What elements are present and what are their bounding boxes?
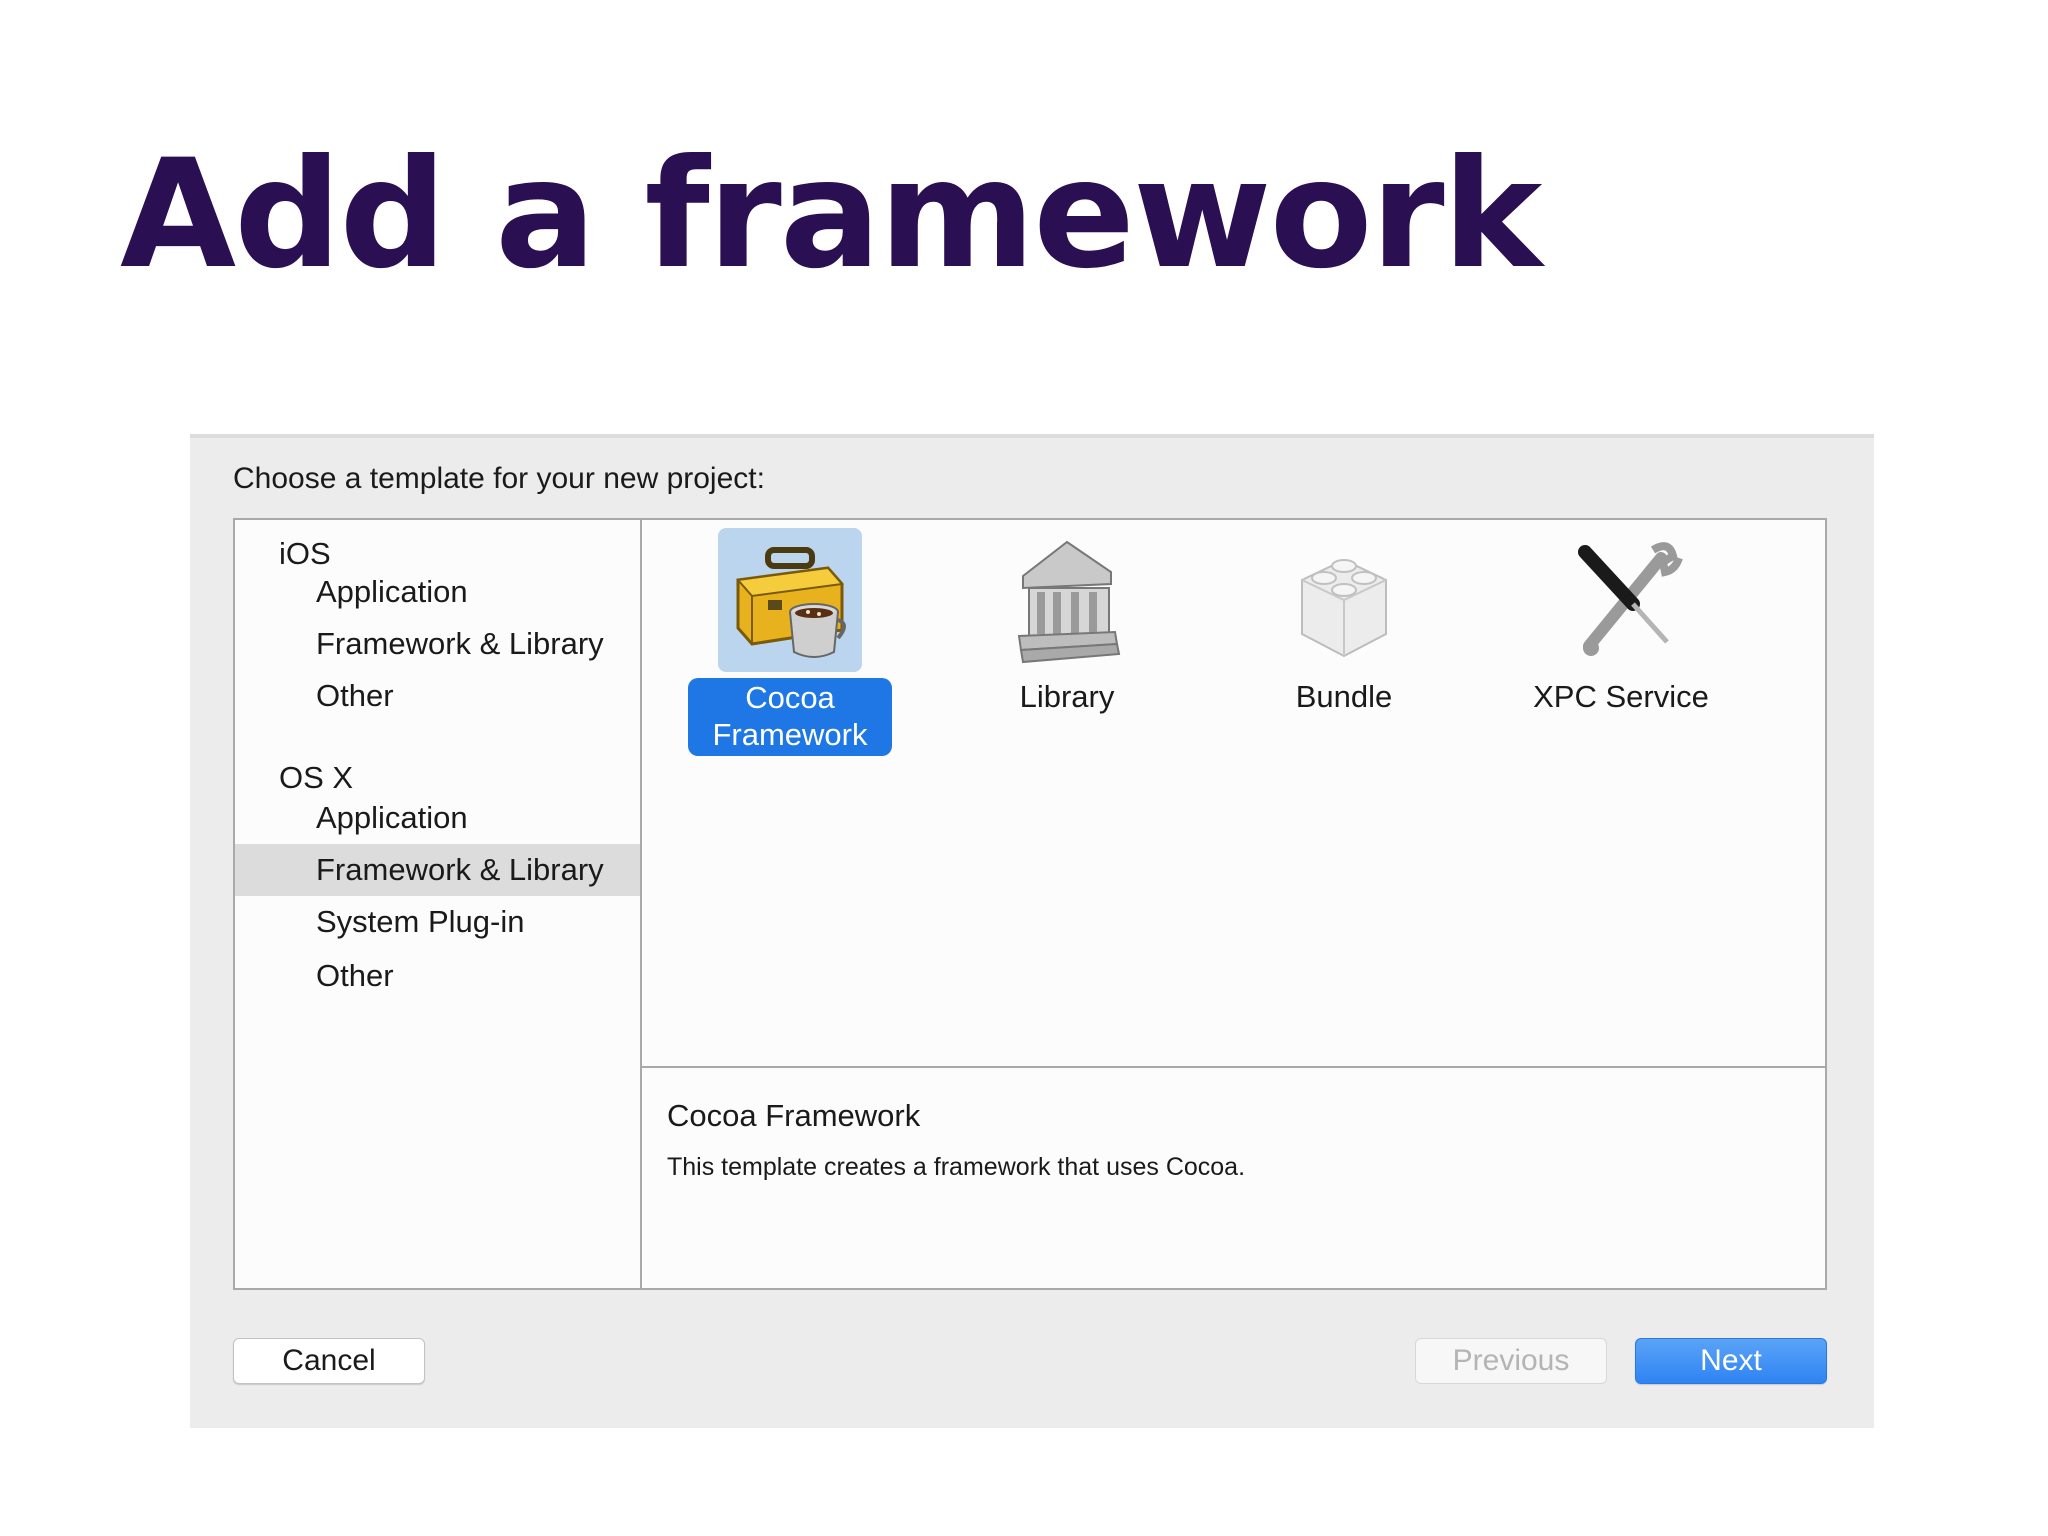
template-label-bundle: Bundle	[1295, 679, 1393, 714]
template-label-line2: Framework	[712, 717, 868, 752]
next-button[interactable]: Next	[1635, 1338, 1827, 1384]
template-label-xpc-service: XPC Service	[1533, 679, 1709, 714]
template-description: Cocoa Framework This template creates a …	[642, 1068, 1825, 1288]
description-title: Cocoa Framework	[667, 1098, 921, 1133]
template-xpc-service[interactable]: XPC Service	[1495, 528, 1735, 768]
sidebar-item-ios-framework-library[interactable]: Framework & Library	[235, 618, 640, 670]
sidebar-item-osx-framework-library[interactable]: Framework & Library	[235, 844, 640, 896]
sidebar-item-ios-other[interactable]: Other	[235, 670, 640, 722]
lego-brick-icon	[1272, 528, 1416, 672]
new-project-dialog: Choose a template for your new project: …	[190, 434, 1874, 1428]
toolbox-coffee-icon	[718, 528, 862, 672]
cancel-button[interactable]: Cancel	[233, 1338, 425, 1384]
sidebar-item-ios-application[interactable]: Application	[235, 566, 640, 618]
template-library[interactable]: Library	[941, 528, 1181, 768]
slide-title: Add a framework	[120, 128, 1542, 302]
template-label-cocoa-framework: Cocoa Framework	[688, 678, 892, 756]
previous-button[interactable]: Previous	[1415, 1338, 1607, 1384]
library-building-icon	[995, 528, 1139, 672]
template-bundle[interactable]: Bundle	[1218, 528, 1458, 768]
slide: Add a framework Choose a template for yo…	[0, 0, 2048, 1536]
template-chooser-panel: iOS Application Framework & Library Othe…	[233, 518, 1827, 1290]
platform-sidebar: iOS Application Framework & Library Othe…	[235, 520, 642, 1288]
template-label-library: Library	[1019, 679, 1115, 714]
sidebar-item-osx-system-plugin[interactable]: System Plug-in	[235, 896, 640, 948]
template-label-line1: Cocoa	[745, 680, 835, 715]
sidebar-header-osx: OS X	[279, 760, 354, 795]
template-cocoa-framework[interactable]: Cocoa Framework	[664, 528, 904, 768]
sidebar-item-osx-application[interactable]: Application	[235, 792, 640, 844]
template-grid: Cocoa Framework Library Bundle XPC Servi…	[642, 520, 1825, 1068]
dialog-prompt: Choose a template for your new project:	[233, 462, 765, 495]
screwdriver-wrench-icon	[1549, 528, 1693, 672]
description-text: This template creates a framework that u…	[667, 1153, 1246, 1181]
sidebar-item-osx-other[interactable]: Other	[235, 950, 640, 1002]
